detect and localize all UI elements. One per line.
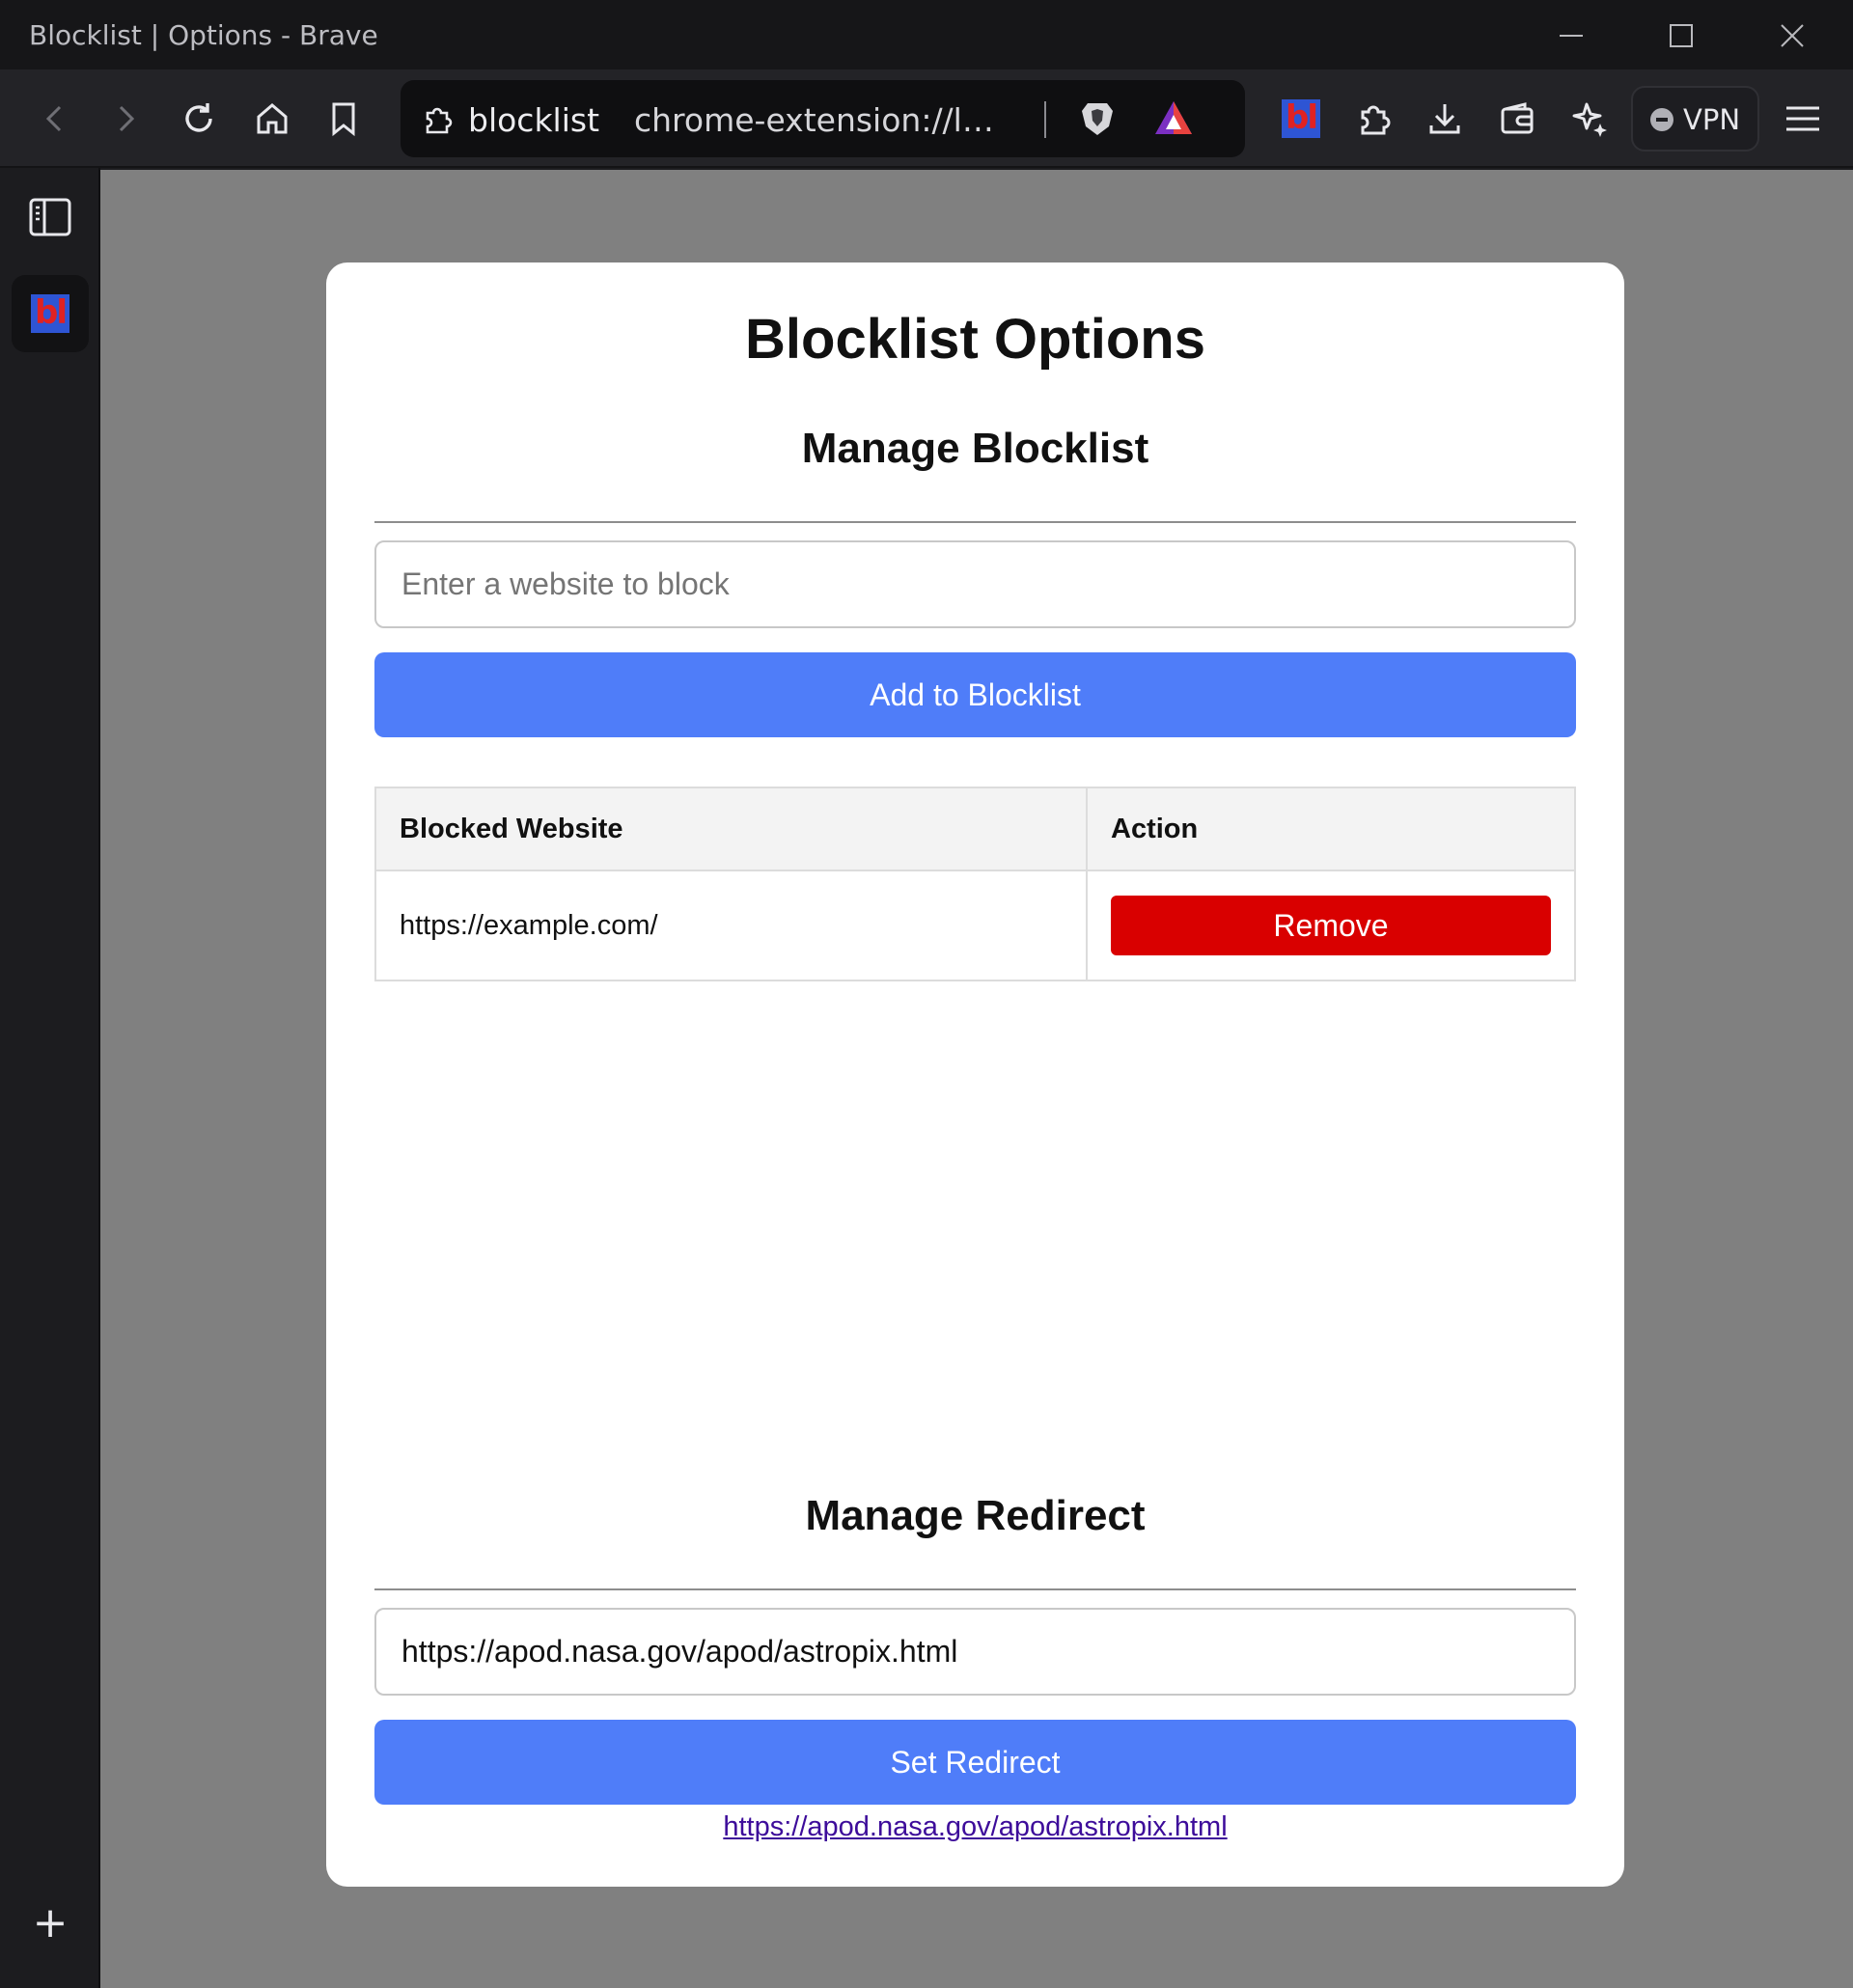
action-cell: Remove [1086, 870, 1576, 981]
set-redirect-button[interactable]: Set Redirect [374, 1720, 1576, 1805]
vpn-button[interactable]: VPN [1631, 86, 1759, 152]
minimize-icon [1560, 35, 1583, 37]
sparkle-star-icon [1572, 102, 1607, 137]
column-header-action: Action [1086, 787, 1576, 871]
sidebar-toggle-button[interactable] [12, 179, 89, 256]
blocklist-table: Blocked Website Action https://example.c… [374, 787, 1576, 981]
bookmark-icon [332, 102, 355, 137]
maximize-icon [1670, 24, 1693, 47]
forward-button[interactable] [97, 90, 154, 148]
current-redirect-link[interactable]: https://apod.nasa.gov/apod/astropix.html [326, 1811, 1624, 1843]
website-block-input[interactable]: Enter a website to block [374, 540, 1576, 628]
vpn-label: VPN [1683, 103, 1741, 136]
browser-sidebar: bl + [0, 168, 100, 1988]
brave-shields-button[interactable] [1076, 97, 1119, 140]
manage-redirect-heading: Manage Redirect [805, 1492, 1146, 1539]
brave-rewards-button[interactable] [1151, 97, 1196, 140]
table-row: https://example.com/ Remove [374, 870, 1576, 981]
bookmark-button[interactable] [315, 90, 373, 148]
brave-rewards-icon [1155, 101, 1192, 134]
url-text[interactable]: chrome-extension://la... [634, 101, 1006, 139]
column-header-website: Blocked Website [374, 787, 1088, 871]
sidebar-panel-icon [29, 198, 71, 236]
maximize-button[interactable] [1647, 12, 1715, 60]
blocklist-divider [374, 521, 1576, 523]
chevron-left-icon [45, 105, 62, 132]
blocklist-extension-icon: bl [31, 294, 69, 333]
home-icon [257, 103, 288, 134]
close-icon [1781, 24, 1804, 47]
window-titlebar: Blocklist | Options - Brave [0, 0, 1853, 69]
remove-button[interactable]: Remove [1111, 896, 1551, 955]
site-name: blocklist [468, 101, 600, 139]
minimize-button[interactable] [1537, 12, 1605, 60]
extensions-icon [1361, 105, 1391, 135]
sidebar-item-blocklist[interactable]: bl [12, 275, 89, 352]
downloads-button[interactable] [1416, 90, 1474, 148]
close-button[interactable] [1758, 12, 1826, 60]
wallet-icon [1501, 102, 1534, 134]
chevron-right-icon [119, 105, 135, 132]
menu-button[interactable] [1774, 90, 1832, 148]
manage-blocklist-heading: Manage Blocklist [801, 425, 1149, 472]
leo-ai-button[interactable] [1561, 90, 1618, 148]
reload-icon [185, 103, 212, 132]
blocklist-extension-button[interactable]: bl [1272, 90, 1330, 148]
url-divider [1044, 101, 1046, 138]
window-title: Blocklist | Options - Brave [29, 19, 378, 51]
wallet-button[interactable] [1488, 90, 1546, 148]
table-header-row: Blocked Website Action [374, 787, 1576, 871]
address-bar[interactable]: blocklist chrome-extension://la... [401, 80, 1245, 157]
brave-shield-icon [1082, 103, 1113, 135]
add-to-blocklist-button[interactable]: Add to Blocklist [374, 652, 1576, 737]
reload-button[interactable] [170, 90, 228, 148]
hamburger-menu-icon [1786, 106, 1819, 131]
redirect-divider [374, 1588, 1576, 1590]
back-button[interactable] [26, 90, 84, 148]
extension-puzzle-icon [426, 107, 453, 134]
vpn-status-icon [1650, 108, 1673, 131]
page-title: Blocklist Options [745, 308, 1205, 371]
blocked-website-cell: https://example.com/ [374, 870, 1088, 981]
page-viewport: Blocklist Options Manage Blocklist Enter… [100, 170, 1853, 1988]
browser-toolbar: blocklist chrome-extension://la... bl VP… [0, 69, 1853, 168]
options-card: Blocklist Options Manage Blocklist Enter… [326, 262, 1624, 1887]
home-button[interactable] [243, 90, 301, 148]
blocklist-extension-icon: bl [1282, 99, 1320, 138]
sidebar-add-button[interactable]: + [12, 1884, 89, 1961]
redirect-url-input[interactable]: https://apod.nasa.gov/apod/astropix.html [374, 1608, 1576, 1696]
download-icon [1429, 104, 1460, 134]
extensions-button[interactable] [1344, 90, 1402, 148]
